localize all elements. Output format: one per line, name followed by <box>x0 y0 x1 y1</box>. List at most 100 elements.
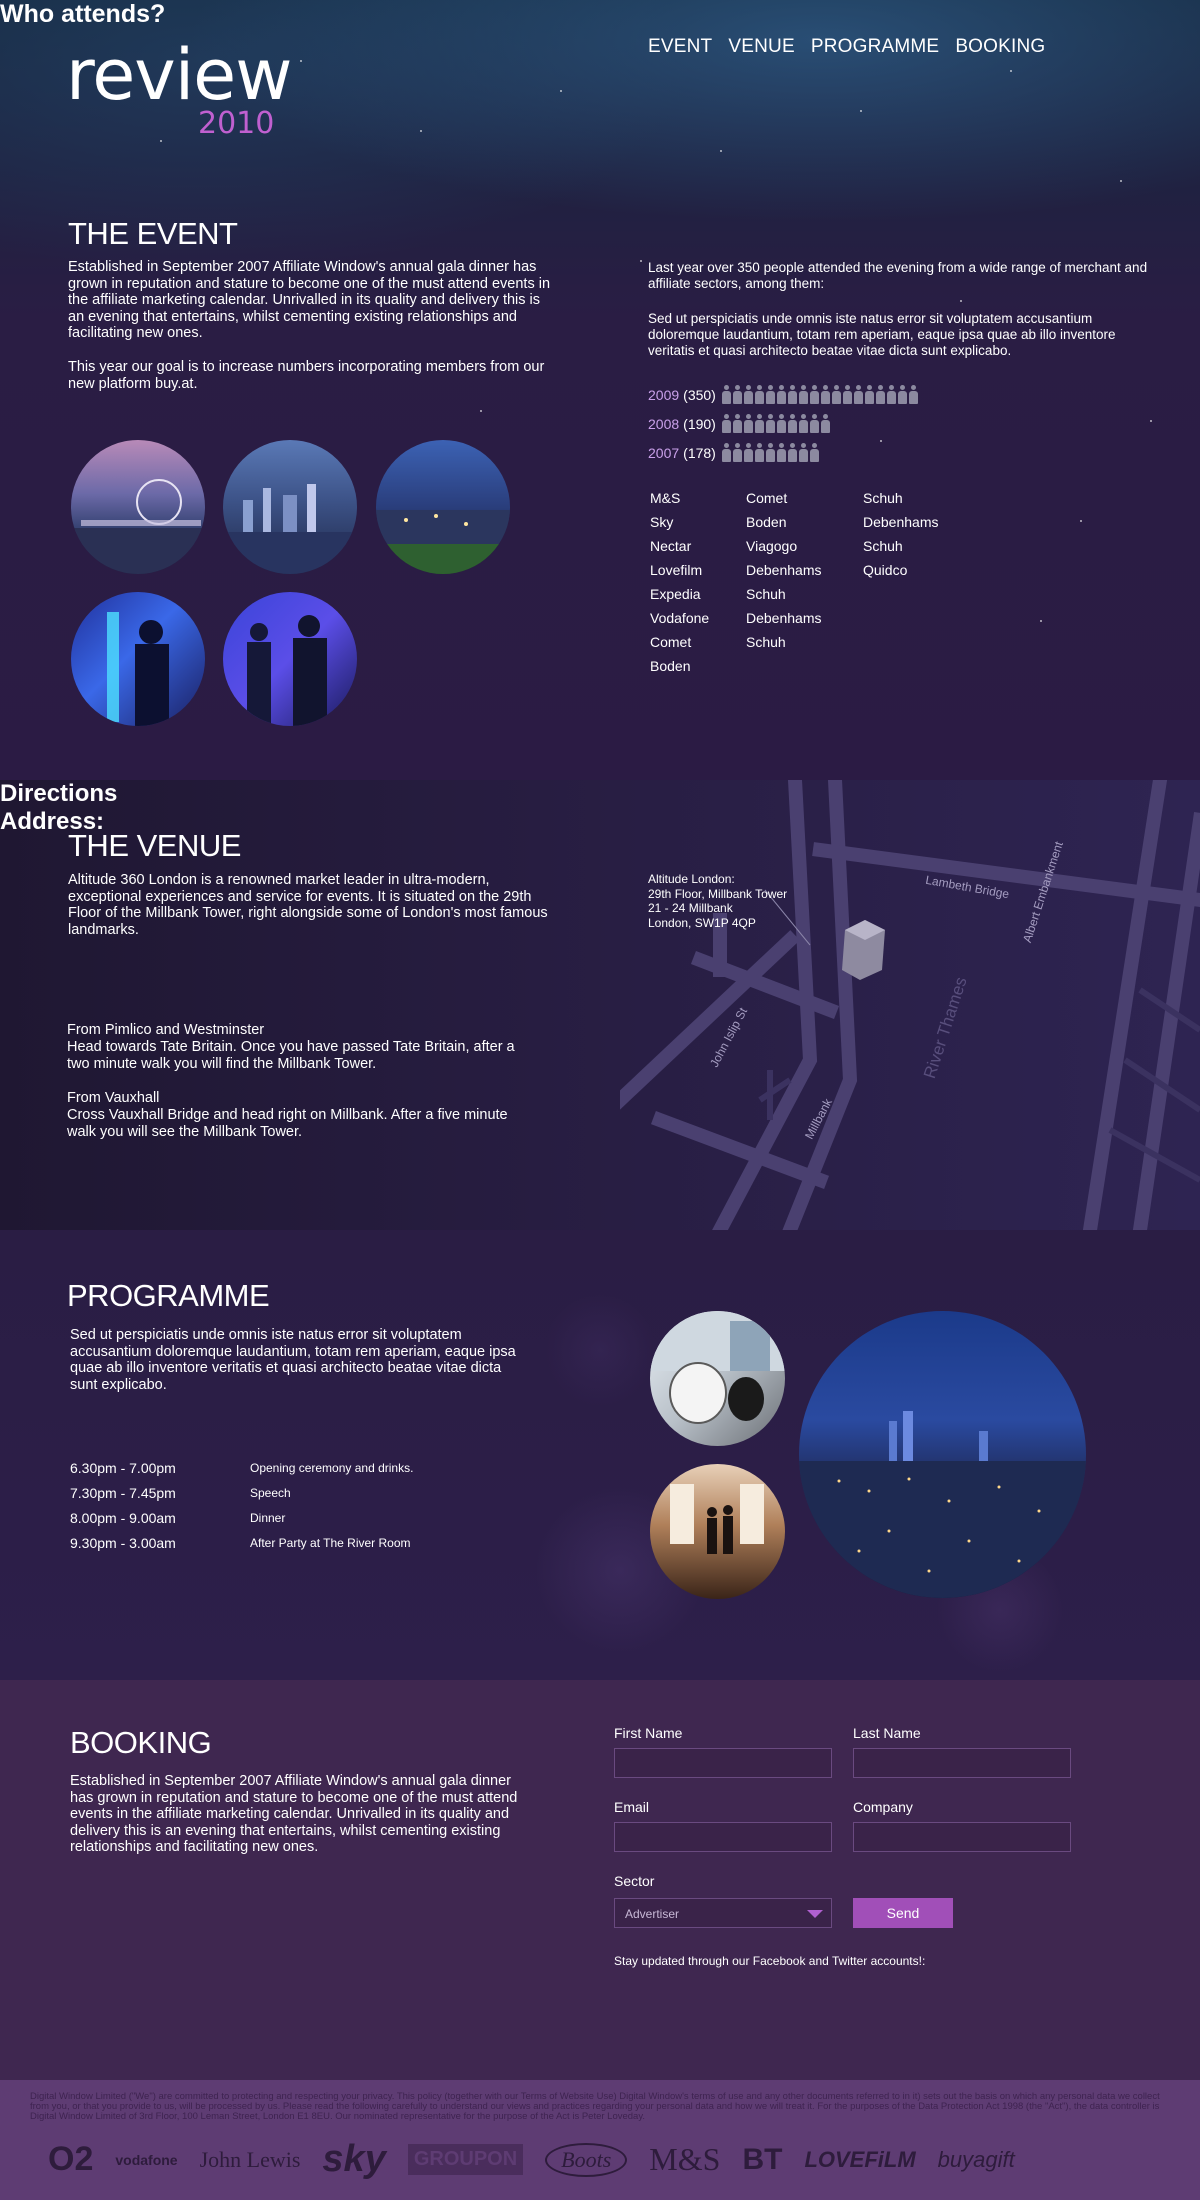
schedule-row: 6.30pm - 7.00pm Opening ceremony and dri… <box>70 1455 413 1480</box>
guests-photo <box>650 1464 785 1599</box>
logo-lovefilm[interactable]: LOVEFiLM <box>804 2147 915 2173</box>
person-icon <box>842 385 852 404</box>
send-button[interactable]: Send <box>853 1898 953 1928</box>
brand-list-1: M&S Sky Nectar Lovefilm Expedia Vodafone Comet… <box>650 486 709 678</box>
first-name-label: First Name <box>614 1725 683 1741</box>
party-photo-1 <box>71 592 205 726</box>
directions-head-1: From Pimlico and Westminster <box>67 1022 265 1038</box>
directions-text-2: Cross Vauxhall Bridge and head right on … <box>67 1107 508 1140</box>
attends-paragraph-1: Last year over 350 people attended the e… <box>648 260 1148 291</box>
person-icon <box>776 414 786 433</box>
london-night-photo <box>799 1311 1086 1598</box>
person-icon <box>743 414 753 433</box>
person-icon <box>809 385 819 404</box>
attendance-count: (178) <box>683 444 716 461</box>
brand-item: Debenhams <box>863 514 939 530</box>
company-label: Company <box>853 1799 913 1815</box>
person-icon <box>798 385 808 404</box>
booking-paragraph: Established in September 2007 Affiliate … <box>70 1773 518 1855</box>
nav-venue[interactable]: VENUE <box>728 36 794 58</box>
person-icon <box>754 385 764 404</box>
person-icon <box>820 414 830 433</box>
venue-paragraph: Altitude 360 London is a renowned market… <box>68 872 548 938</box>
attendance-year: 2008 <box>648 415 680 432</box>
event-paragraph-2: This year our goal is to increase number… <box>68 359 545 392</box>
person-icon <box>776 385 786 404</box>
people-icons <box>721 414 830 433</box>
person-icon <box>908 385 918 404</box>
logo-groupon[interactable]: GROUPON <box>407 2144 524 2175</box>
person-icon <box>820 385 830 404</box>
person-icon <box>798 414 808 433</box>
logo-o2[interactable]: O2 <box>48 2140 93 2179</box>
attendance-row-2009: 2009 (350) <box>648 385 918 404</box>
logo-ms[interactable]: M&S <box>649 2141 720 2178</box>
logo-buyagift[interactable]: buyagift <box>938 2147 1015 2173</box>
person-icon <box>732 385 742 404</box>
nav-booking[interactable]: BOOKING <box>955 36 1045 58</box>
nav-event[interactable]: EVENT <box>648 36 712 58</box>
person-icon <box>721 385 731 404</box>
schedule: 6.30pm - 7.00pm Opening ceremony and dri… <box>70 1455 413 1555</box>
person-icon <box>754 414 764 433</box>
logo-word: review <box>66 34 292 116</box>
schedule-desc: Speech <box>250 1485 291 1500</box>
schedule-time: 9.30pm - 3.00am <box>70 1534 176 1551</box>
brand-item: Schuh <box>863 490 903 506</box>
brand-item: Schuh <box>746 586 786 602</box>
last-name-input[interactable] <box>853 1748 1071 1778</box>
venue-map[interactable] <box>620 780 1200 1230</box>
schedule-desc: After Party at The River Room <box>250 1535 411 1550</box>
address-line: 29th Floor, Millbank Tower <box>648 886 788 901</box>
person-icon <box>787 385 797 404</box>
booking-title: BOOKING <box>70 1725 212 1760</box>
nav-programme[interactable]: PROGRAMME <box>811 36 939 58</box>
review-logo[interactable]: review 2010 <box>66 34 292 141</box>
person-icon <box>787 414 797 433</box>
event-title: THE EVENT <box>68 216 238 251</box>
email-input[interactable] <box>614 1822 832 1852</box>
last-name-label: Last Name <box>853 1725 921 1741</box>
brand-list-3: Schuh Debenhams Schuh Quidco <box>863 486 939 582</box>
person-icon <box>765 385 775 404</box>
logo-sky[interactable]: sky <box>322 2138 385 2181</box>
company-input[interactable] <box>853 1822 1071 1852</box>
brand-item: Boden <box>650 658 691 674</box>
person-icon <box>787 443 797 462</box>
person-icon <box>743 443 753 462</box>
person-icon <box>754 443 764 462</box>
sector-select[interactable]: Advertiser <box>614 1898 832 1928</box>
person-icon <box>721 414 731 433</box>
logo-bt[interactable]: BT <box>742 2143 782 2177</box>
person-icon <box>853 385 863 404</box>
person-icon <box>765 414 775 433</box>
brand-item: Nectar <box>650 538 692 554</box>
people-icons <box>721 385 918 404</box>
brand-item: Quidco <box>863 562 908 578</box>
schedule-row: 9.30pm - 3.00am After Party at The River… <box>70 1530 413 1555</box>
brand-item: Debenhams <box>746 562 822 578</box>
first-name-input[interactable] <box>614 1748 832 1778</box>
person-icon <box>809 443 819 462</box>
schedule-row: 8.00pm - 9.00am Dinner <box>70 1505 413 1530</box>
address-line: 21 - 24 Millbank <box>648 901 733 915</box>
attendance-year: 2009 <box>648 386 680 403</box>
logo-vodafone[interactable]: vodafone <box>115 2152 177 2168</box>
person-icon <box>743 385 753 404</box>
schedule-time: 8.00pm - 9.00am <box>70 1509 176 1526</box>
logo-year: 2010 <box>198 106 275 141</box>
address-block: Altitude London: 29th Floor, Millbank To… <box>648 872 787 930</box>
logo-john-lewis[interactable]: John Lewis <box>200 2147 301 2173</box>
attendance-count: (350) <box>683 386 716 403</box>
brand-item: Debenhams <box>746 610 822 626</box>
stay-updated-text: Stay updated through our Facebook and Tw… <box>614 1954 926 1968</box>
attends-title: Who attends? <box>0 0 166 28</box>
people-icons <box>721 443 819 462</box>
event-section: review 2010 EVENT VENUE PROGRAMME BOOKIN… <box>0 0 1200 780</box>
logo-boots[interactable]: Boots <box>545 2142 628 2177</box>
venue-section: Lambeth Bridge Albert Embankment River T… <box>0 780 1200 1230</box>
person-icon <box>732 414 742 433</box>
brand-item: Viagogo <box>746 538 798 554</box>
sector-label: Sector <box>614 1873 655 1889</box>
person-icon <box>875 385 885 404</box>
